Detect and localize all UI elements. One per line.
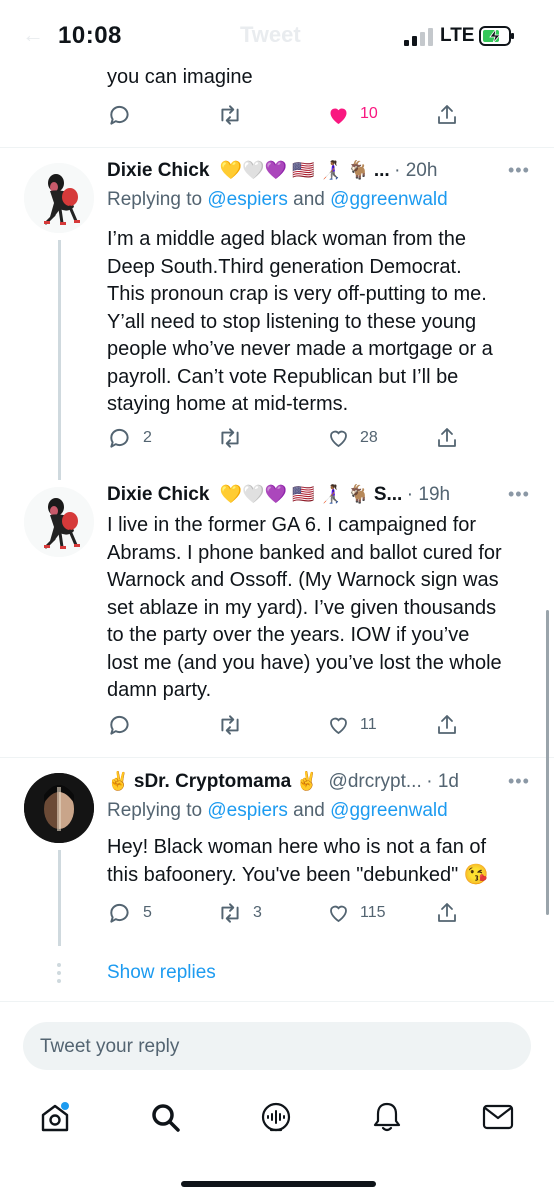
tweet-line: I live in the former GA 6. I campaigned … [107, 514, 477, 536]
tweet-line: staying home at mid-terms. [107, 393, 349, 415]
divider [0, 1001, 554, 1002]
like-count: 10 [360, 105, 378, 122]
home-indicator [181, 1181, 376, 1187]
display-name[interactable]: Dixie Chick [107, 160, 209, 181]
tweet-text: I’m a middle aged black woman from the D… [107, 226, 493, 419]
like-count: 28 [360, 429, 378, 446]
retweet-icon[interactable] [217, 425, 243, 451]
reply-icon[interactable] [107, 900, 133, 926]
name-prefix-emoji: ✌️ [107, 771, 130, 791]
home-icon[interactable] [38, 1100, 72, 1134]
display-name[interactable]: sDr. Cryptomama [134, 771, 291, 792]
tweet-time[interactable]: 20h [406, 160, 438, 181]
replying-to: Replying to @espiers and @ggreenwald [107, 189, 448, 211]
name-emojis: 💛🤍💜 🇺🇸 👩🏾‍🦯 🐐 [219, 484, 370, 504]
tweet-time[interactable]: 19h [418, 484, 450, 505]
name-ellipsis: S... [373, 484, 403, 505]
tweet-header: ✌️ sDr. Cryptomama ✌️ @drcrypt... · 1d [107, 771, 459, 792]
tweet-text-tail: you can imagine [107, 66, 253, 88]
search-icon[interactable] [150, 1102, 182, 1134]
status-time: 10:08 [58, 22, 122, 49]
tweet-line: damn party. [107, 679, 212, 701]
reply-icon[interactable] [107, 425, 133, 451]
replying-label: Replying to [107, 189, 203, 210]
thread-line [58, 850, 61, 946]
tweet-line: Abrams. I phone banked and ballot cured … [107, 541, 502, 564]
divider [0, 147, 554, 148]
reply-count: 5 [143, 904, 152, 921]
notifications-icon[interactable] [371, 1100, 403, 1134]
and-label: and [293, 189, 325, 210]
tweet-line: I’m a middle aged black woman from the [107, 228, 467, 250]
more-options-icon[interactable]: ••• [508, 160, 530, 181]
tweet-time[interactable]: 1d [438, 771, 459, 792]
header-title: Tweet [240, 22, 301, 47]
thread-line [58, 240, 61, 480]
tweet-line: Y’all need to stop listening to these yo… [107, 310, 477, 333]
liked-heart-icon[interactable] [326, 103, 351, 127]
tweet-line: This pronoun crap is very off-putting to… [107, 283, 487, 305]
retweet-icon[interactable] [217, 900, 243, 926]
baboon-avatar-icon [24, 487, 94, 557]
signal-icon [404, 28, 433, 46]
like-icon[interactable] [326, 713, 351, 737]
like-count: 11 [360, 716, 377, 733]
replying-label: Replying to [107, 800, 203, 821]
like-icon[interactable] [326, 901, 351, 925]
name-ellipsis: ... [373, 160, 390, 181]
like-count: 115 [360, 904, 386, 921]
mention-link[interactable]: @espiers [207, 800, 288, 821]
messages-icon[interactable] [482, 1104, 514, 1130]
and-label: and [293, 800, 325, 821]
scrollbar[interactable] [546, 610, 549, 915]
reply-placeholder: Tweet your reply [40, 1036, 180, 1057]
tweet-line: Warnock and Ossoff. (My Warnock sign was [107, 569, 499, 591]
replying-to: Replying to @espiers and @ggreenwald [107, 800, 448, 822]
tweet-header: Dixie Chick 💛🤍💜 🇺🇸 👩🏾‍🦯 🐐 S... · 19h [107, 484, 451, 505]
display-name[interactable]: Dixie Chick [107, 484, 209, 505]
avatar[interactable] [24, 487, 94, 557]
more-options-icon[interactable]: ••• [508, 484, 530, 505]
tweet-line: to the party over the years. IOW if you’… [107, 624, 470, 646]
tweet-line: Hey! Black woman here who is not a fan o… [107, 836, 487, 858]
name-emojis: 💛🤍💜 🇺🇸 👩🏾‍🦯 🐐 [219, 160, 370, 180]
tweet-line: set ablaze in my yard). I’ve given thous… [107, 596, 497, 619]
tweet-line: people who’ve never made a mortgage or a [107, 338, 493, 360]
share-icon[interactable] [435, 425, 459, 451]
divider [0, 757, 554, 758]
mention-link[interactable]: @ggreenwald [330, 189, 448, 210]
tweet-line: payroll. Can’t vote Republican but I’ll … [107, 365, 459, 388]
retweet-count: 3 [253, 904, 262, 921]
tweet-line: this bafoonery. You've been "debunked" 😘 [107, 863, 489, 886]
tweet-header: Dixie Chick 💛🤍💜 🇺🇸 👩🏾‍🦯 🐐 ... · 20h [107, 160, 438, 181]
retweet-icon[interactable] [217, 102, 243, 128]
spaces-icon[interactable] [259, 1100, 293, 1134]
share-icon[interactable] [435, 900, 459, 926]
name-suffix-emoji: ✌️ [295, 771, 319, 791]
reply-icon[interactable] [107, 712, 133, 738]
tweet-line: Deep South.Third generation Democrat. [107, 255, 462, 278]
tweet-text: I live in the former GA 6. I campaigned … [107, 512, 502, 705]
vertical-dots-icon [57, 963, 61, 983]
share-icon[interactable] [435, 712, 459, 738]
like-icon[interactable] [326, 426, 351, 450]
avatar[interactable] [24, 163, 94, 233]
more-options-icon[interactable]: ••• [508, 771, 530, 792]
tweet-line: lost me (and you have) you’ve lost the w… [107, 651, 502, 674]
network-label: LTE [440, 25, 475, 46]
avatar[interactable] [24, 773, 94, 843]
battery-charging-icon [479, 26, 514, 46]
mention-link[interactable]: @espiers [207, 189, 288, 210]
baboon-avatar-icon [24, 163, 94, 233]
tweet-text: Hey! Black woman here who is not a fan o… [107, 834, 489, 889]
show-replies-link[interactable]: Show replies [107, 962, 216, 984]
retweet-icon[interactable] [217, 712, 243, 738]
reply-icon[interactable] [107, 102, 133, 128]
reply-count: 2 [143, 429, 152, 446]
back-arrow-icon[interactable]: ← [22, 22, 44, 48]
share-icon[interactable] [435, 102, 459, 128]
mention-link[interactable]: @ggreenwald [330, 800, 448, 821]
portrait-avatar-icon [24, 773, 94, 843]
user-handle[interactable]: @drcrypt... [329, 771, 422, 792]
